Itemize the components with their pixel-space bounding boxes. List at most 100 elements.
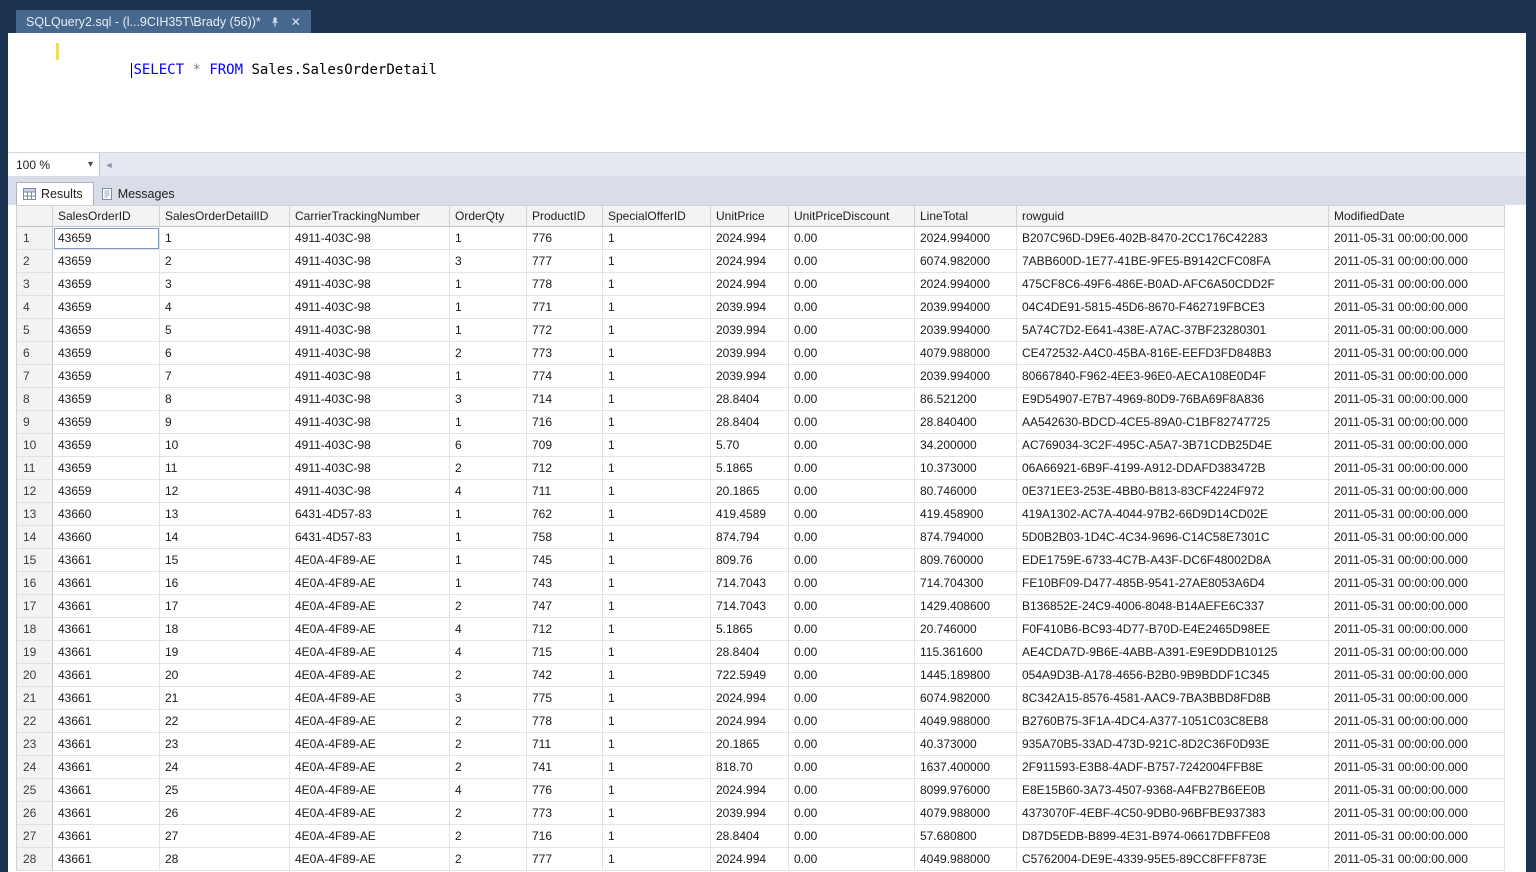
grid-cell[interactable]: 1 bbox=[450, 503, 527, 526]
grid-cell[interactable]: 2F911593-E3B8-4ADF-B757-7242004FFB8E bbox=[1017, 756, 1329, 779]
grid-cell[interactable]: 1 bbox=[603, 848, 711, 871]
grid-cell[interactable]: 711 bbox=[527, 480, 603, 503]
grid-cell[interactable]: 43659 bbox=[53, 388, 160, 411]
row-header[interactable]: 17 bbox=[16, 595, 53, 618]
grid-cell[interactable]: 06A66921-6B9F-4199-A912-DDAFD383472B bbox=[1017, 457, 1329, 480]
grid-cell[interactable]: 778 bbox=[527, 273, 603, 296]
grid-cell[interactable]: 3 bbox=[450, 250, 527, 273]
grid-cell[interactable]: 0.00 bbox=[789, 457, 915, 480]
grid-cell[interactable]: 1 bbox=[603, 526, 711, 549]
grid-cell[interactable]: 1 bbox=[160, 227, 290, 250]
grid-cell[interactable]: 0.00 bbox=[789, 779, 915, 802]
grid-cell[interactable]: AA542630-BDCD-4CE5-89A0-C1BF82747725 bbox=[1017, 411, 1329, 434]
grid-cell[interactable]: 0.00 bbox=[789, 365, 915, 388]
grid-cell[interactable]: 18 bbox=[160, 618, 290, 641]
grid-cell[interactable]: 2024.994 bbox=[711, 779, 789, 802]
grid-cell[interactable]: 2 bbox=[160, 250, 290, 273]
grid-cell[interactable]: 2039.994 bbox=[711, 365, 789, 388]
grid-cell[interactable]: 2039.994 bbox=[711, 296, 789, 319]
grid-cell[interactable]: 43659 bbox=[53, 296, 160, 319]
grid-cell[interactable]: 24 bbox=[160, 756, 290, 779]
grid-cell[interactable]: 4E0A-4F89-AE bbox=[290, 779, 450, 802]
grid-cell[interactable]: 874.794 bbox=[711, 526, 789, 549]
grid-cell[interactable]: CE472532-A4C0-45BA-816E-EEFD3FD848B3 bbox=[1017, 342, 1329, 365]
grid-cell[interactable]: 6 bbox=[160, 342, 290, 365]
grid-cell[interactable]: 4911-403C-98 bbox=[290, 250, 450, 273]
grid-cell[interactable]: 2 bbox=[450, 848, 527, 871]
grid-cell[interactable]: 40.373000 bbox=[915, 733, 1017, 756]
grid-cell[interactable]: 43659 bbox=[53, 457, 160, 480]
grid-cell[interactable]: 2024.994 bbox=[711, 250, 789, 273]
grid-cell[interactable]: 0.00 bbox=[789, 342, 915, 365]
grid-cell[interactable]: 2039.994 bbox=[711, 319, 789, 342]
grid-cell[interactable]: 776 bbox=[527, 227, 603, 250]
grid-cell[interactable]: 722.5949 bbox=[711, 664, 789, 687]
grid-cell[interactable]: F0F410B6-BC93-4D77-B70D-E4E2465D98EE bbox=[1017, 618, 1329, 641]
grid-cell[interactable]: 2011-05-31 00:00:00.000 bbox=[1329, 664, 1505, 687]
grid-cell[interactable]: 2011-05-31 00:00:00.000 bbox=[1329, 434, 1505, 457]
grid-cell[interactable]: 22 bbox=[160, 710, 290, 733]
grid-cell[interactable]: 43661 bbox=[53, 848, 160, 871]
grid-cell[interactable]: E8E15B60-3A73-4507-9368-A4FB27B6EE0B bbox=[1017, 779, 1329, 802]
grid-cell[interactable]: 2011-05-31 00:00:00.000 bbox=[1329, 342, 1505, 365]
grid-cell[interactable]: 0.00 bbox=[789, 664, 915, 687]
grid-cell[interactable]: 2011-05-31 00:00:00.000 bbox=[1329, 273, 1505, 296]
grid-cell[interactable]: 26 bbox=[160, 802, 290, 825]
grid-cell[interactable]: 2011-05-31 00:00:00.000 bbox=[1329, 802, 1505, 825]
grid-cell[interactable]: 4E0A-4F89-AE bbox=[290, 618, 450, 641]
grid-cell[interactable]: 1 bbox=[603, 618, 711, 641]
grid-cell[interactable]: 8 bbox=[160, 388, 290, 411]
sql-editor[interactable]: SELECT * FROM Sales.SalesOrderDetail bbox=[8, 33, 1526, 152]
grid-cell[interactable]: 4E0A-4F89-AE bbox=[290, 848, 450, 871]
grid-cell[interactable]: 43659 bbox=[53, 342, 160, 365]
row-header[interactable]: 4 bbox=[16, 296, 53, 319]
grid-cell[interactable]: 2011-05-31 00:00:00.000 bbox=[1329, 296, 1505, 319]
grid-cell[interactable]: 0.00 bbox=[789, 595, 915, 618]
grid-cell[interactable]: 1 bbox=[450, 227, 527, 250]
grid-cell[interactable]: 10.373000 bbox=[915, 457, 1017, 480]
grid-cell[interactable]: 4E0A-4F89-AE bbox=[290, 756, 450, 779]
grid-cell[interactable]: 28.8404 bbox=[711, 641, 789, 664]
grid-cell[interactable]: 5A74C7D2-E641-438E-A7AC-37BF23280301 bbox=[1017, 319, 1329, 342]
document-tab[interactable]: SQLQuery2.sql - (l...9CIH35T\Brady (56))… bbox=[16, 10, 311, 33]
grid-cell[interactable]: 711 bbox=[527, 733, 603, 756]
grid-cell[interactable]: 4 bbox=[450, 779, 527, 802]
grid-cell[interactable]: 2024.994000 bbox=[915, 227, 1017, 250]
grid-cell[interactable]: 6431-4D57-83 bbox=[290, 503, 450, 526]
select-all-corner[interactable] bbox=[16, 205, 53, 227]
grid-cell[interactable]: 57.680800 bbox=[915, 825, 1017, 848]
grid-cell[interactable]: 2039.994000 bbox=[915, 365, 1017, 388]
grid-cell[interactable]: 8099.976000 bbox=[915, 779, 1017, 802]
grid-cell[interactable]: 818.70 bbox=[711, 756, 789, 779]
grid-cell[interactable]: 4911-403C-98 bbox=[290, 411, 450, 434]
grid-cell[interactable]: 2011-05-31 00:00:00.000 bbox=[1329, 549, 1505, 572]
row-header[interactable]: 2 bbox=[16, 250, 53, 273]
grid-cell[interactable]: 1 bbox=[450, 273, 527, 296]
grid-cell[interactable]: 19 bbox=[160, 641, 290, 664]
grid-cell[interactable]: 774 bbox=[527, 365, 603, 388]
grid-cell[interactable]: 419.4589 bbox=[711, 503, 789, 526]
grid-cell[interactable]: 7ABB600D-1E77-41BE-9FE5-B9142CFC08FA bbox=[1017, 250, 1329, 273]
row-header[interactable]: 28 bbox=[16, 848, 53, 871]
grid-cell[interactable]: 4E0A-4F89-AE bbox=[290, 595, 450, 618]
grid-cell[interactable]: 709 bbox=[527, 434, 603, 457]
grid-cell[interactable]: 2011-05-31 00:00:00.000 bbox=[1329, 618, 1505, 641]
grid-cell[interactable]: 2011-05-31 00:00:00.000 bbox=[1329, 641, 1505, 664]
grid-cell[interactable]: 475CF8C6-49F6-486E-B0AD-AFC6A50CDD2F bbox=[1017, 273, 1329, 296]
grid-cell[interactable]: 1 bbox=[603, 825, 711, 848]
grid-cell[interactable]: 4911-403C-98 bbox=[290, 388, 450, 411]
grid-cell[interactable]: 28.8404 bbox=[711, 825, 789, 848]
grid-cell[interactable]: 0.00 bbox=[789, 480, 915, 503]
grid-cell[interactable]: 20.1865 bbox=[711, 480, 789, 503]
grid-cell[interactable]: 28 bbox=[160, 848, 290, 871]
grid-cell[interactable]: 2 bbox=[450, 710, 527, 733]
row-header[interactable]: 23 bbox=[16, 733, 53, 756]
grid-cell[interactable]: 741 bbox=[527, 756, 603, 779]
grid-cell[interactable]: 43661 bbox=[53, 641, 160, 664]
grid-cell[interactable]: 2 bbox=[450, 595, 527, 618]
grid-cell[interactable]: 714.704300 bbox=[915, 572, 1017, 595]
grid-cell[interactable]: FE10BF09-D477-485B-9541-27AE8053A6D4 bbox=[1017, 572, 1329, 595]
grid-cell[interactable]: E9D54907-E7B7-4969-80D9-76BA69F8A836 bbox=[1017, 388, 1329, 411]
grid-cell[interactable]: 0.00 bbox=[789, 848, 915, 871]
grid-cell[interactable]: 762 bbox=[527, 503, 603, 526]
